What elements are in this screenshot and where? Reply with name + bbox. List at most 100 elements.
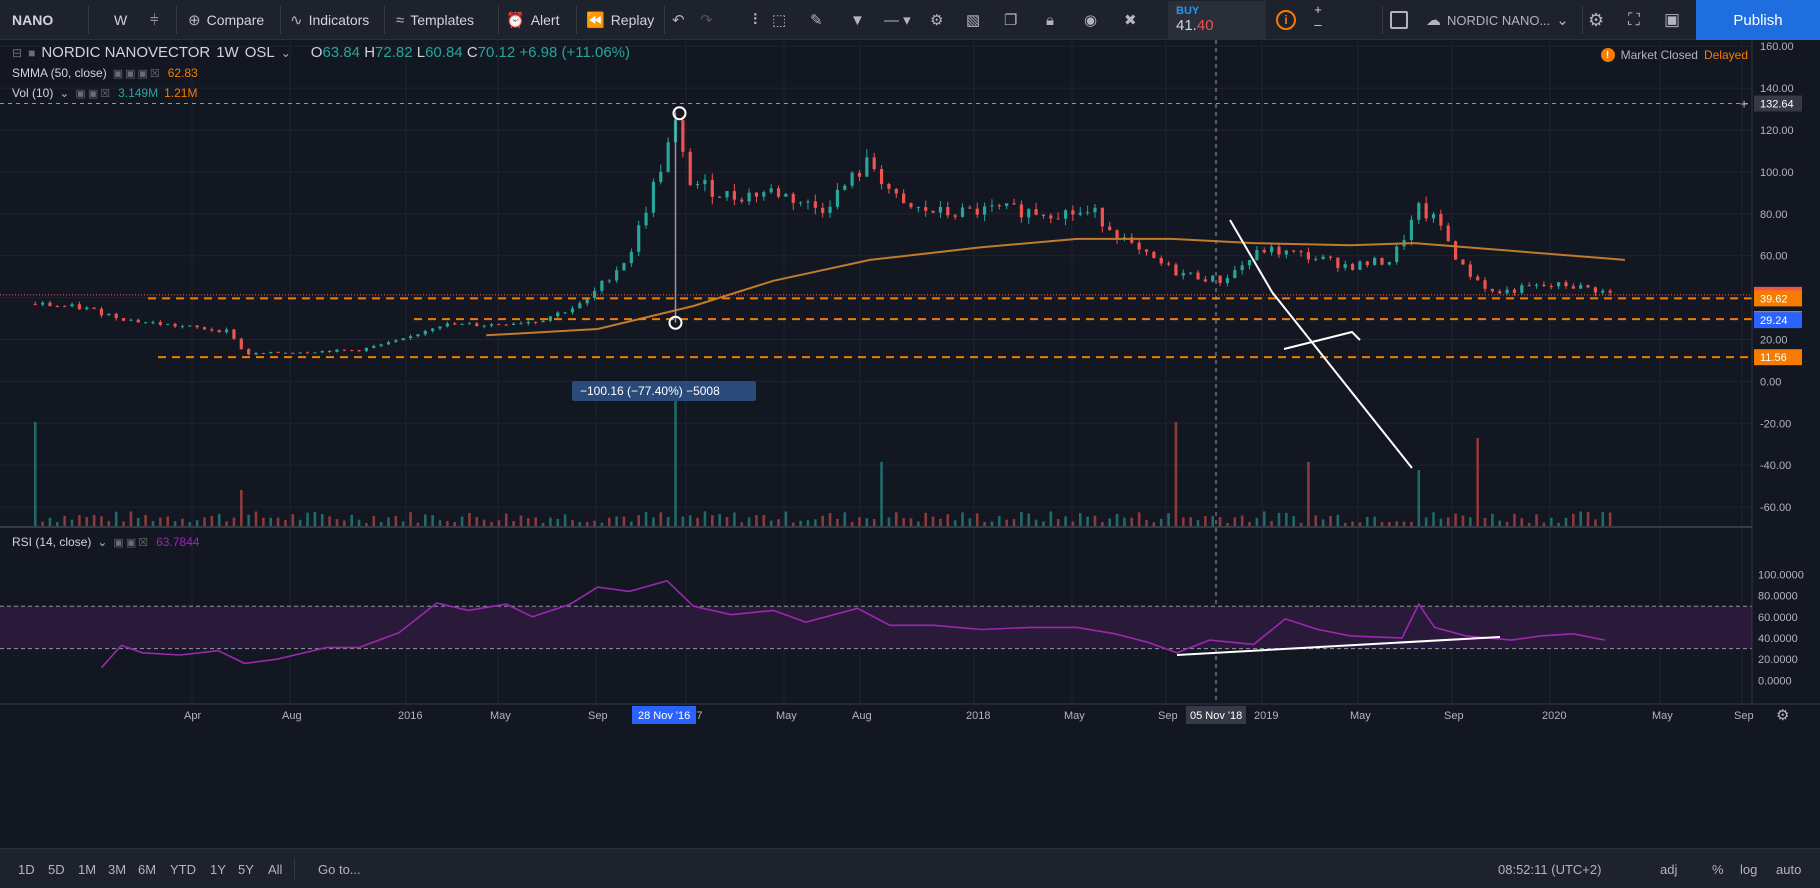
- volume-bar: [946, 514, 950, 526]
- clone-button[interactable]: ❐: [1004, 0, 1017, 40]
- order-info-button[interactable]: i: [1276, 0, 1296, 40]
- candle-body: [1468, 264, 1472, 277]
- volume-bar: [1469, 517, 1472, 526]
- toolbar-divider: [576, 6, 577, 34]
- undo-button[interactable]: ↶: [672, 0, 685, 40]
- layers-icon: ▧: [966, 12, 981, 29]
- chart-type-button[interactable]: ⫩: [150, 0, 159, 40]
- candle-body: [769, 188, 773, 193]
- quantity-stepper[interactable]: + –: [1308, 2, 1328, 38]
- candle-body: [136, 319, 140, 323]
- chart-canvas[interactable]: −100.16 (−77.40%) −5008 160.00 140.00 120.0…: [0, 40, 1820, 848]
- volume-bar: [1365, 517, 1369, 526]
- candle-body: [151, 322, 155, 324]
- snapshot-button[interactable]: ▣: [1664, 0, 1680, 40]
- range-ytd[interactable]: YTD: [170, 849, 196, 888]
- candle-body: [1034, 209, 1038, 215]
- candle-body: [1608, 290, 1612, 293]
- volume-bar: [541, 522, 545, 526]
- volume-bar: [247, 514, 250, 526]
- indicator-controls-icon[interactable]: ▣▣☒: [75, 87, 112, 100]
- visual-order-button[interactable]: ▧: [966, 0, 980, 40]
- hide-button[interactable]: ◉: [1084, 0, 1097, 40]
- auto-toggle[interactable]: auto: [1776, 849, 1801, 888]
- chart-area[interactable]: −100.16 (−77.40%) −5008 160.00 140.00 120.0…: [0, 40, 1820, 888]
- clock[interactable]: 08:52:11 (UTC+2): [1498, 849, 1601, 888]
- fill-color-button[interactable]: ▼: [850, 0, 865, 40]
- candle-body: [519, 323, 523, 325]
- delete-drawing-button[interactable]: ✖: [1124, 0, 1137, 40]
- range-1m[interactable]: 1M: [78, 849, 96, 888]
- replay-button[interactable]: ⏪ Replay: [586, 0, 654, 40]
- chevron-down-icon[interactable]: ⌄: [97, 535, 107, 549]
- log-toggle[interactable]: log: [1740, 849, 1757, 888]
- indicators-button[interactable]: ∿ Indicators: [290, 0, 369, 40]
- drawing-settings-button[interactable]: ⚙: [930, 0, 943, 40]
- templates-button[interactable]: ≈ Templates: [396, 0, 474, 40]
- range-all[interactable]: All: [268, 849, 282, 888]
- indicator-controls-icon[interactable]: ▣▣▣☒: [113, 67, 162, 80]
- candle-body: [622, 263, 626, 271]
- volume-bar: [850, 521, 854, 526]
- line-color-button[interactable]: ✎: [810, 0, 823, 40]
- buy-button[interactable]: BUY 41.40: [1168, 1, 1266, 39]
- volume-bar: [549, 517, 552, 526]
- range-5y[interactable]: 5Y: [238, 849, 254, 888]
- goto-button[interactable]: Go to...: [318, 849, 361, 888]
- toolbar-divider: [498, 6, 499, 34]
- candle-body: [1086, 212, 1090, 214]
- adj-toggle[interactable]: adj: [1660, 849, 1677, 888]
- redo-button[interactable]: ↷: [700, 0, 713, 40]
- candle-body: [1601, 290, 1605, 293]
- price-tick-label: 140.00: [1760, 83, 1794, 95]
- lock-button[interactable]: 🔒︎: [1046, 0, 1054, 40]
- range-1d[interactable]: 1D: [18, 849, 35, 888]
- layout-name: NORDIC NANO...: [1447, 12, 1551, 28]
- collapse-icon[interactable]: ⊟: [12, 46, 22, 60]
- selection-icon: ⬚: [772, 12, 787, 29]
- layout-selector[interactable]: ☁︎ NORDIC NANO... ⌄: [1426, 0, 1569, 40]
- candle-body: [166, 323, 170, 325]
- chevron-down-icon[interactable]: ⌄: [281, 46, 291, 60]
- candle-body: [835, 189, 840, 207]
- volume-bar: [1152, 522, 1156, 526]
- time-tick-label: Aug: [282, 710, 302, 722]
- candle-body: [1483, 280, 1487, 289]
- volume-bar: [1314, 515, 1318, 526]
- volume-bar: [460, 516, 464, 526]
- candle-body: [1218, 275, 1222, 284]
- price-tick-label: -20.00: [1760, 418, 1791, 430]
- qty-plus[interactable]: +: [1308, 2, 1328, 17]
- candle-body: [202, 327, 207, 330]
- volume-bar: [497, 520, 501, 526]
- volume-bar: [129, 511, 133, 526]
- indicator-controls-icon[interactable]: ▣▣☒: [113, 536, 150, 549]
- range-6m[interactable]: 6M: [138, 849, 156, 888]
- close-label: C: [466, 44, 478, 61]
- range-1y[interactable]: 1Y: [210, 849, 226, 888]
- chevron-down-icon: ⌄: [1556, 12, 1569, 29]
- compare-button[interactable]: ⊕ Compare: [188, 0, 264, 40]
- volume-bar: [504, 513, 508, 526]
- range-3m[interactable]: 3M: [108, 849, 126, 888]
- candle-body: [1181, 272, 1185, 276]
- line-style-button[interactable]: — ▾: [884, 0, 911, 40]
- drag-handle[interactable]: ⠇: [752, 0, 763, 40]
- select-area-button[interactable]: ⬚: [772, 0, 786, 40]
- percent-toggle[interactable]: %: [1712, 849, 1724, 888]
- volume-bar: [1042, 521, 1045, 526]
- symbol-search-button[interactable]: NANO: [12, 0, 53, 40]
- fullscreen-toggle[interactable]: [1390, 0, 1408, 40]
- range-5d[interactable]: 5D: [48, 849, 65, 888]
- candle-body: [953, 215, 957, 217]
- high-label: H: [364, 44, 376, 61]
- volume-bar: [394, 515, 398, 526]
- volume-bar: [1064, 516, 1067, 526]
- settings-button[interactable]: ⚙: [1588, 0, 1604, 40]
- qty-minus[interactable]: –: [1308, 17, 1328, 32]
- chevron-down-icon[interactable]: ⌄: [59, 86, 69, 100]
- alert-button[interactable]: ⏰ Alert: [506, 0, 559, 40]
- publish-button[interactable]: Publish: [1696, 0, 1820, 40]
- fullscreen-button[interactable]: ⛶: [1628, 0, 1640, 40]
- interval-button[interactable]: W: [114, 0, 127, 40]
